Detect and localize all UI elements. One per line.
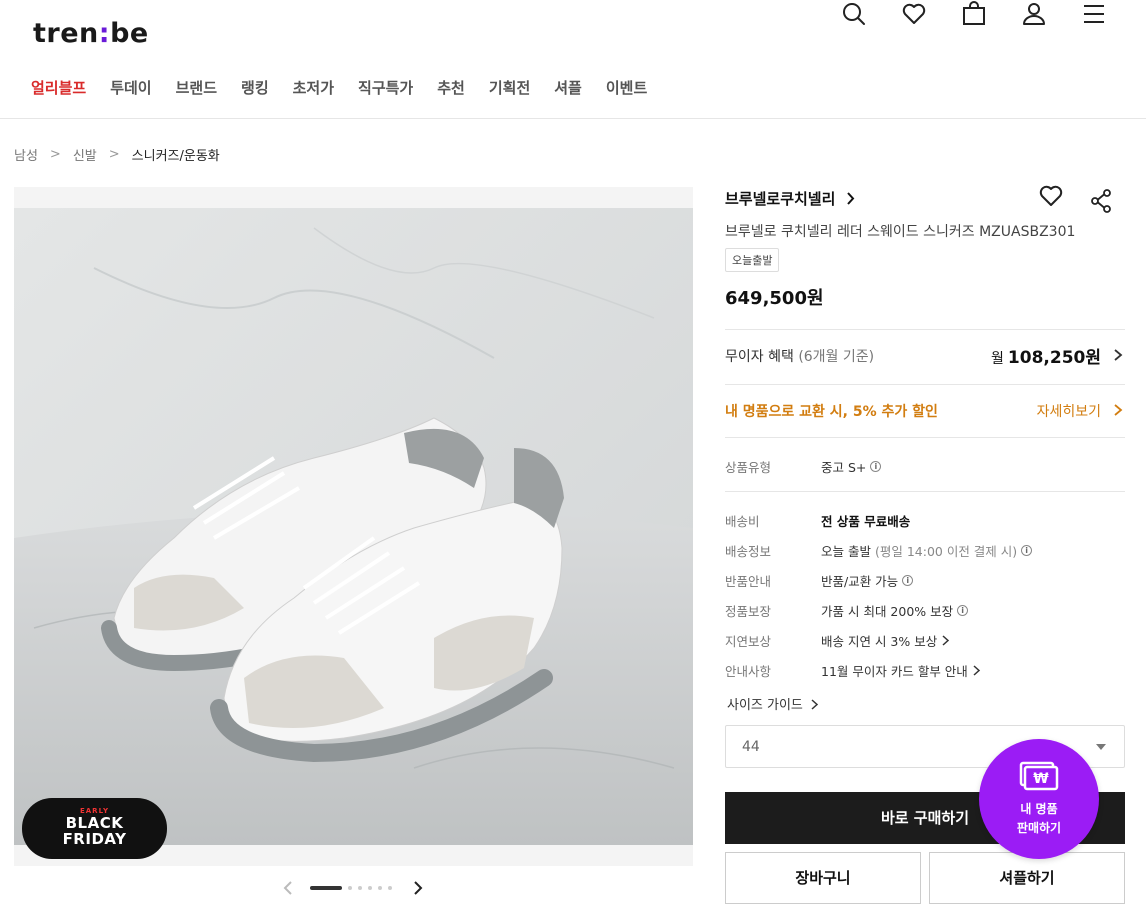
info-label: 배송정보 [725, 544, 772, 559]
nav-item-today[interactable]: 투데이 [110, 77, 151, 98]
pager-dot[interactable] [388, 886, 392, 890]
product-name: 브루넬로 쿠치넬리 레더 스웨이드 스니커즈 MZUASBZ301 [725, 224, 1076, 240]
info-icon[interactable]: i [957, 605, 969, 616]
installment-label: 무이자 혜택 [725, 349, 794, 365]
trenbe-logo[interactable]: tren:be [33, 18, 149, 49]
nav-item-exhibition[interactable]: 기획전 [489, 77, 530, 98]
nav-item-direct-deals[interactable]: 직구특가 [358, 77, 413, 98]
product-image[interactable] [14, 208, 693, 845]
info-label: 안내사항 [725, 664, 772, 679]
nav-item-early-black-friday[interactable]: 얼리블프 [31, 77, 86, 98]
info-label: 지연보상 [725, 634, 772, 649]
installment-sub: (6개월 기준) [798, 349, 875, 365]
search-icon[interactable] [840, 0, 868, 28]
menu-icon[interactable] [1080, 0, 1108, 28]
info-value: 11월 무이자 카드 할부 안내 [821, 664, 968, 679]
installment-prefix: 월 [991, 351, 1004, 367]
caret-down-icon [1096, 744, 1106, 750]
size-select-value: 44 [742, 739, 760, 755]
chevron-right-icon [942, 635, 950, 646]
sell-fab-line1: 내 명품 [1020, 802, 1058, 816]
chevron-right-icon[interactable] [412, 880, 424, 896]
divider [725, 437, 1125, 438]
info-value: 오늘 출발 [821, 544, 871, 559]
pager-dot[interactable] [368, 886, 372, 890]
user-icon[interactable] [1020, 0, 1048, 28]
product-price: 649,500원 [725, 288, 824, 309]
info-value: 배송 지연 시 3% 보상 [821, 634, 938, 649]
nav-item-recommend[interactable]: 추천 [437, 77, 465, 98]
brand-link[interactable]: 브루넬로쿠치넬리 [725, 188, 855, 209]
sell-my-luxury-button[interactable]: ₩ 내 명품 판매하기 [979, 739, 1099, 859]
site-header: tren:be 얼리블프 투데이 브랜드 랭킹 초저가 직구특가 추천 기획전 … [0, 0, 1146, 119]
exchange-discount-label: 내 명품으로 교환 시, 5% 추가 할인 [725, 404, 938, 420]
info-subvalue: (평일 14:00 이전 결제 시) [874, 544, 1018, 559]
pager-dot-active[interactable] [310, 886, 342, 890]
divider [725, 384, 1125, 385]
breadcrumb-item-sneakers[interactable]: 스니커즈/운동화 [132, 145, 220, 164]
product-gallery: EARLY BLACK FRIDAY [14, 187, 693, 866]
nav-item-event[interactable]: 이벤트 [606, 77, 647, 98]
chevron-right-icon [1114, 349, 1123, 361]
info-label: 상품유형 [725, 460, 772, 475]
chevron-left-icon[interactable] [282, 880, 294, 896]
pager-dot[interactable] [358, 886, 362, 890]
chevron-right-icon [846, 192, 854, 205]
breadcrumb: 남성 > 신발 > 스니커즈/운동화 [14, 145, 220, 164]
nav-item-lowest-price[interactable]: 초저가 [293, 77, 334, 98]
installment-row[interactable]: 무이자 혜택 (6개월 기준) 월 108,250원 [725, 346, 1125, 368]
info-icon[interactable]: i [902, 575, 914, 586]
info-label: 배송비 [725, 514, 760, 529]
add-to-cart-button[interactable]: 장바구니 [725, 852, 921, 904]
svg-text:₩: ₩ [1033, 771, 1049, 787]
chevron-right-icon: > [49, 147, 61, 162]
badge-friday-text: FRIDAY [62, 830, 127, 848]
divider [725, 491, 1125, 492]
chevron-right-icon: > [108, 147, 120, 162]
share-icon[interactable] [1090, 189, 1112, 213]
info-value: 중고 S+ [821, 460, 867, 475]
pager-dot[interactable] [348, 886, 352, 890]
info-label: 반품안내 [725, 574, 772, 589]
size-guide-link[interactable]: 사이즈 가이드 [727, 694, 819, 713]
shopping-bag-icon[interactable] [960, 0, 988, 28]
info-icon[interactable]: i [1021, 545, 1033, 556]
shuffle-button[interactable]: 셔플하기 [929, 852, 1125, 904]
info-icon[interactable]: i [870, 461, 882, 472]
heart-icon[interactable] [900, 0, 928, 28]
wishlist-heart-icon[interactable] [1039, 185, 1063, 207]
chevron-right-icon [811, 699, 819, 710]
info-label: 정품보장 [725, 604, 772, 619]
badge-black-text: BLACK [65, 814, 124, 832]
info-value: 가품 시 최대 200% 보장 [821, 604, 954, 619]
gallery-pager [282, 878, 427, 898]
pager-dot[interactable] [378, 886, 382, 890]
exchange-details-link[interactable]: 자세히보기 [1037, 401, 1101, 421]
divider [725, 329, 1125, 330]
ships-today-tag: 오늘출발 [725, 248, 780, 272]
chevron-right-icon [1114, 404, 1123, 416]
nav-item-ranking[interactable]: 랭킹 [241, 77, 269, 98]
sell-fab-line2: 판매하기 [1016, 821, 1062, 835]
exchange-discount-row[interactable]: 내 명품으로 교환 시, 5% 추가 할인 자세히보기 [725, 401, 1125, 421]
info-value: 전 상품 무료배송 [821, 514, 911, 529]
won-cash-icon: ₩ [1019, 761, 1059, 791]
breadcrumb-item-shoes[interactable]: 신발 [73, 145, 97, 164]
chevron-right-icon [973, 665, 980, 676]
nav-item-brand[interactable]: 브랜드 [176, 77, 217, 98]
info-value: 반품/교환 가능 [821, 574, 899, 589]
breadcrumb-item-men[interactable]: 남성 [14, 145, 38, 164]
nav-item-shuffle[interactable]: 셔플 [554, 77, 582, 98]
installment-amount: 108,250원 [1007, 348, 1101, 368]
main-nav: 얼리블프 투데이 브랜드 랭킹 초저가 직구특가 추천 기획전 셔플 이벤트 [31, 77, 671, 98]
black-friday-badge[interactable]: EARLY BLACK FRIDAY [22, 798, 167, 859]
